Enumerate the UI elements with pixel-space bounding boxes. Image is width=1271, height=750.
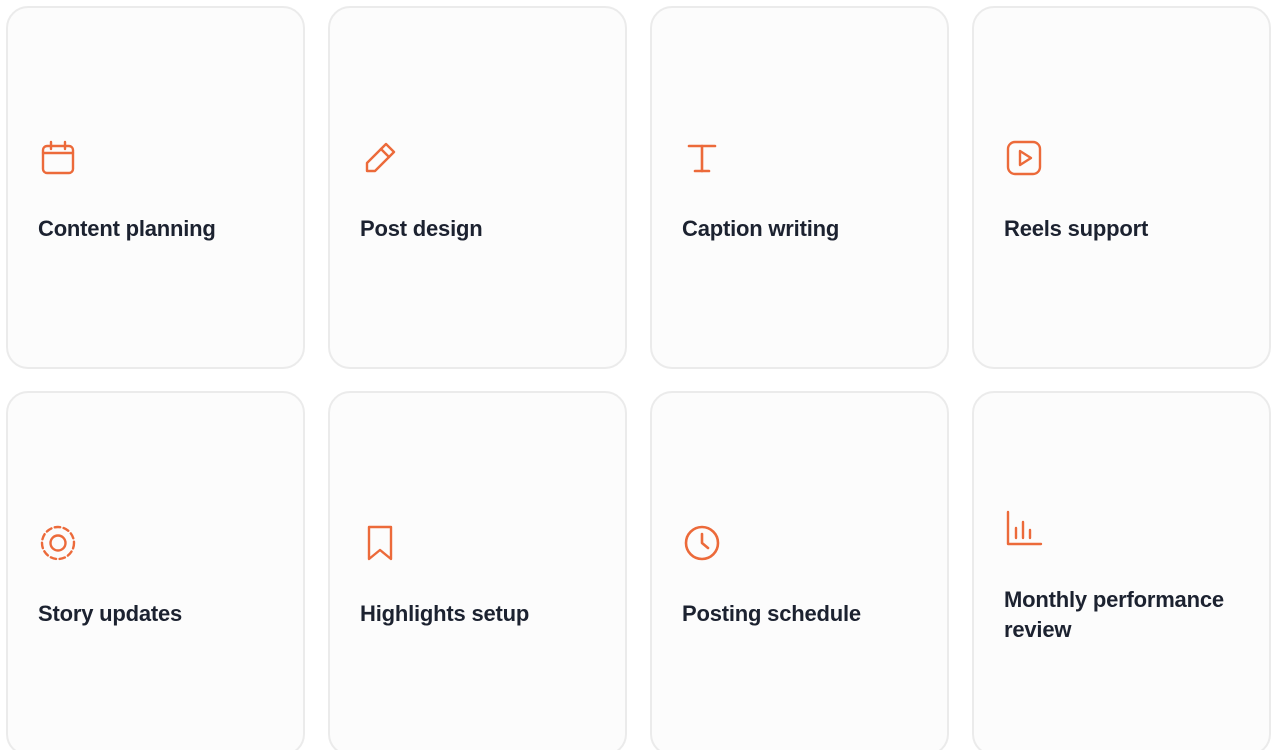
service-card-monthly-performance-review: Monthly performance review: [972, 391, 1271, 750]
service-card-caption-writing: Caption writing: [650, 6, 949, 369]
service-card-reels-support: Reels support: [972, 6, 1271, 369]
service-label: Monthly performance review: [1004, 587, 1224, 642]
service-label: Post design: [360, 216, 483, 241]
calendar-icon: [38, 138, 78, 178]
service-card-story-updates: Story updates: [6, 391, 305, 750]
service-label: Reels support: [1004, 216, 1149, 241]
story-ring-icon: [38, 523, 78, 563]
pencil-icon: [360, 138, 400, 178]
service-label: Content planning: [38, 216, 216, 241]
service-label: Story updates: [38, 601, 183, 626]
service-card-post-design: Post design: [328, 6, 627, 369]
service-card-content-planning: Content planning: [6, 6, 305, 369]
service-card-posting-schedule: Posting schedule: [650, 391, 949, 750]
bookmark-icon: [360, 523, 400, 563]
service-label: Caption writing: [682, 216, 840, 241]
clock-icon: [682, 523, 722, 563]
bar-chart-icon: [1004, 508, 1044, 548]
service-card-highlights-setup: Highlights setup: [328, 391, 627, 750]
text-cursor-icon: [682, 138, 722, 178]
play-icon: [1004, 138, 1044, 178]
service-label: Posting schedule: [682, 601, 861, 626]
service-label: Highlights setup: [360, 601, 530, 626]
services-grid: Content planning Post design Caption wri…: [0, 0, 1271, 750]
